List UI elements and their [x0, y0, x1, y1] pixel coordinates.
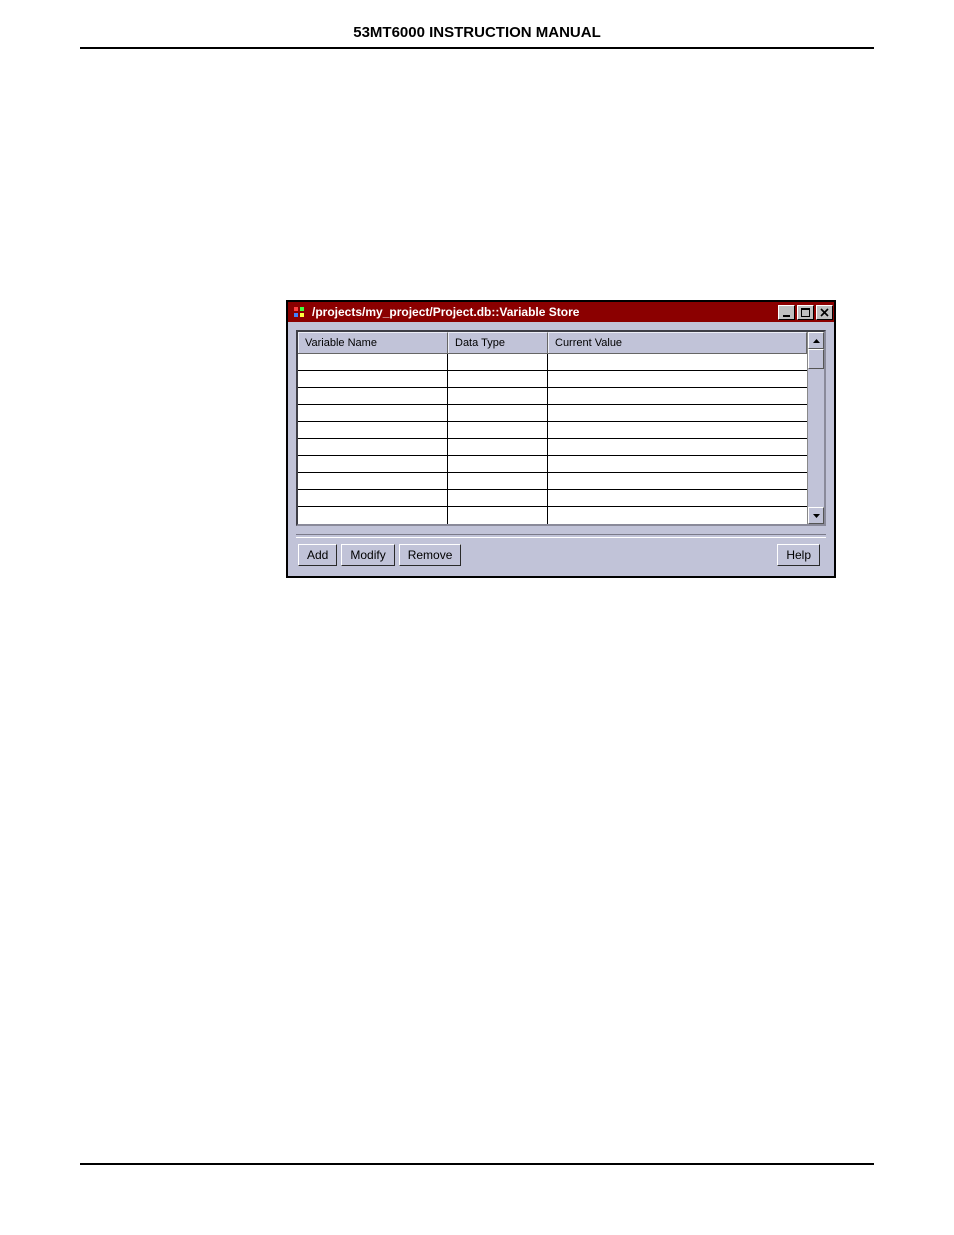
cell-type	[448, 490, 548, 506]
cell-type	[448, 507, 548, 524]
cell-type	[448, 439, 548, 455]
cell-value	[548, 405, 807, 421]
cell-value	[548, 439, 807, 455]
cell-value	[548, 456, 807, 472]
table-row[interactable]	[298, 405, 807, 422]
table-region: Variable Name Data Type Current Value	[296, 330, 826, 526]
modify-button[interactable]: Modify	[341, 544, 394, 566]
add-button[interactable]: Add	[298, 544, 337, 566]
cell-value	[548, 507, 807, 524]
button-bar: Add Modify Remove Help	[296, 538, 826, 568]
variable-store-window: /projects/my_project/Project.db::Variabl…	[286, 300, 836, 578]
table-row[interactable]	[298, 490, 807, 507]
cell-name	[298, 388, 448, 404]
table-row[interactable]	[298, 507, 807, 524]
cell-type	[448, 422, 548, 438]
column-header-name[interactable]: Variable Name	[298, 332, 448, 353]
cell-type	[448, 371, 548, 387]
cell-name	[298, 405, 448, 421]
page-header: 53MT6000 INSTRUCTION MANUAL	[80, 24, 874, 49]
window-controls	[777, 303, 834, 322]
scroll-track[interactable]	[808, 349, 824, 507]
table-row[interactable]	[298, 473, 807, 490]
scroll-down-button[interactable]	[808, 507, 824, 524]
column-header-type[interactable]: Data Type	[448, 332, 548, 353]
cell-name	[298, 490, 448, 506]
app-icon	[291, 304, 307, 320]
cell-value	[548, 354, 807, 370]
cell-value	[548, 422, 807, 438]
scroll-up-button[interactable]	[808, 332, 824, 349]
arrow-down-icon	[813, 514, 820, 518]
table-row[interactable]	[298, 422, 807, 439]
cell-value	[548, 490, 807, 506]
table-body	[298, 354, 807, 524]
table-header-row: Variable Name Data Type Current Value	[298, 332, 807, 354]
table-row[interactable]	[298, 388, 807, 405]
cell-type	[448, 388, 548, 404]
window-title: /projects/my_project/Project.db::Variabl…	[310, 305, 777, 319]
cell-name	[298, 354, 448, 370]
titlebar: /projects/my_project/Project.db::Variabl…	[288, 302, 834, 322]
table-row[interactable]	[298, 354, 807, 371]
remove-button[interactable]: Remove	[399, 544, 462, 566]
close-button[interactable]	[816, 305, 833, 320]
minimize-button[interactable]	[778, 305, 795, 320]
table-row[interactable]	[298, 439, 807, 456]
cell-name	[298, 473, 448, 489]
arrow-up-icon	[813, 339, 820, 343]
column-header-value[interactable]: Current Value	[548, 332, 807, 353]
cell-type	[448, 405, 548, 421]
cell-name	[298, 507, 448, 524]
page-footer-rule	[80, 1163, 874, 1165]
cell-name	[298, 371, 448, 387]
scroll-thumb[interactable]	[808, 349, 824, 369]
cell-value	[548, 371, 807, 387]
cell-type	[448, 354, 548, 370]
maximize-button[interactable]	[797, 305, 814, 320]
cell-name	[298, 456, 448, 472]
help-button[interactable]: Help	[777, 544, 820, 566]
cell-value	[548, 388, 807, 404]
cell-name	[298, 422, 448, 438]
cell-value	[548, 473, 807, 489]
vertical-scrollbar[interactable]	[807, 332, 824, 524]
client-area: Variable Name Data Type Current Value	[288, 322, 834, 576]
table-row[interactable]	[298, 371, 807, 388]
table-row[interactable]	[298, 456, 807, 473]
cell-type	[448, 473, 548, 489]
cell-name	[298, 439, 448, 455]
cell-type	[448, 456, 548, 472]
variable-table[interactable]: Variable Name Data Type Current Value	[298, 332, 807, 524]
